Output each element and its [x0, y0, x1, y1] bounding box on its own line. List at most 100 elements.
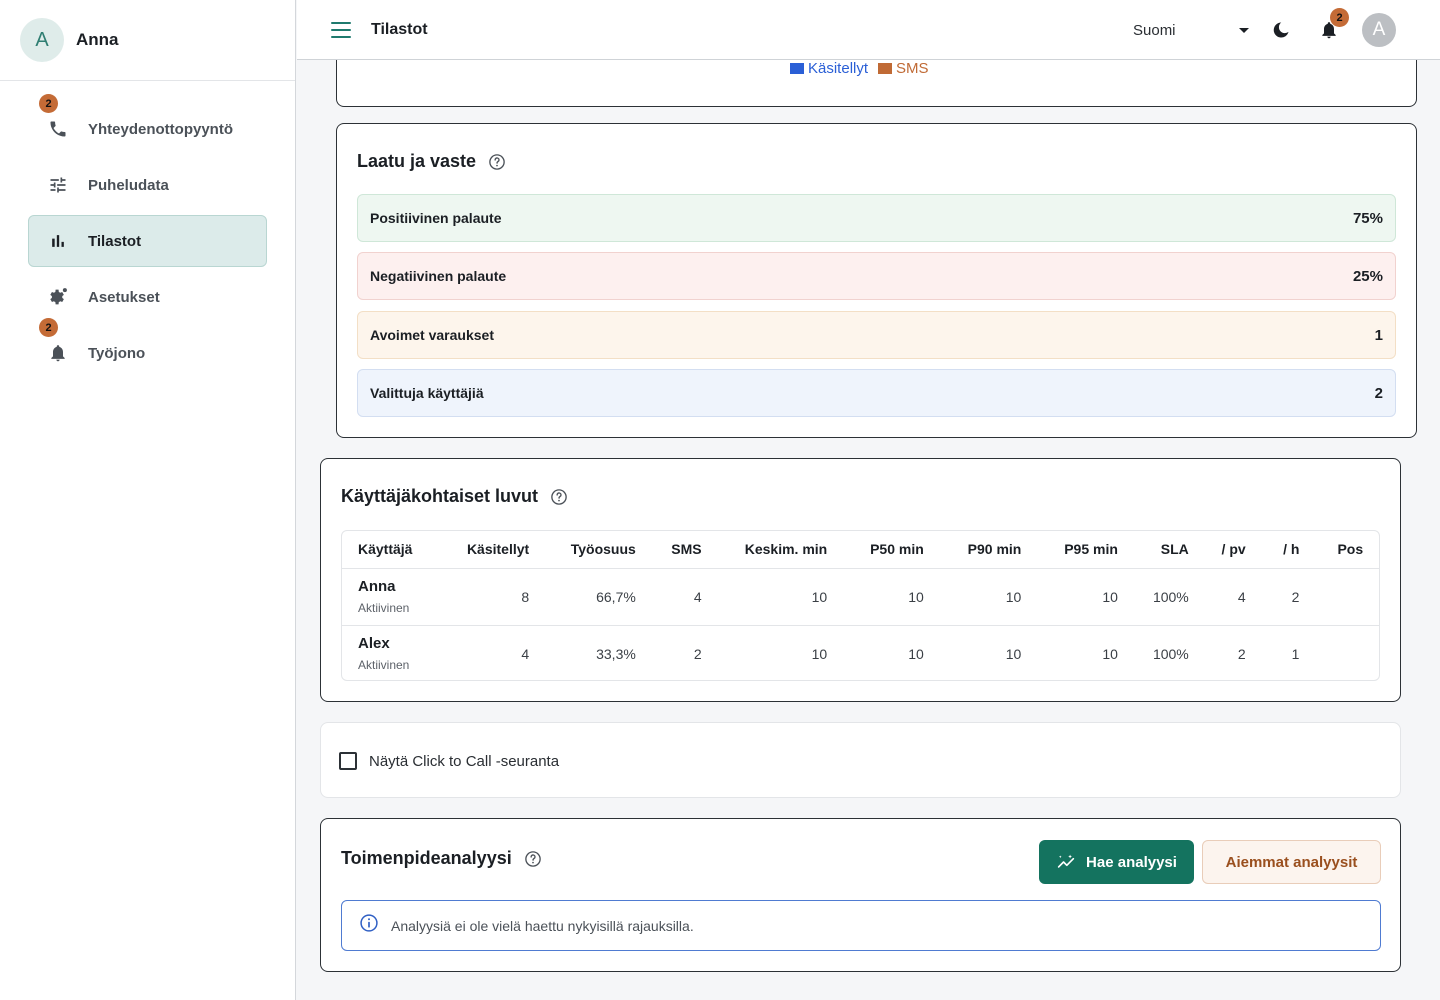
quality-value: 2	[1374, 384, 1383, 402]
quality-card: Laatu ja vaste Positiivinen palaute 75% …	[336, 123, 1417, 438]
column-header[interactable]: Käsitellyt	[446, 531, 530, 569]
top-bar: Tilastot Suomi 2 A	[297, 0, 1440, 60]
sidebar-item-label: Yhteydenottopyyntö	[88, 120, 233, 138]
user-cell: Alex Aktiivinen	[342, 625, 447, 680]
sliders-icon	[47, 174, 69, 196]
sidebar-nav: 2 Yhteydenottopyyntö Puheludata Tilastot…	[0, 81, 295, 379]
table-cell: 10	[908, 645, 924, 662]
avatar[interactable]: A	[20, 18, 64, 62]
quality-label: Avoimet varaukset	[370, 327, 494, 343]
quality-label: Positiivinen palaute	[370, 210, 502, 226]
notification-badge: 2	[1330, 8, 1349, 27]
sidebar-item-label: Asetukset	[88, 288, 160, 306]
table-cell: 10	[1021, 568, 1118, 626]
table-cell: 4	[1188, 568, 1246, 626]
help-icon[interactable]	[550, 488, 568, 506]
bell-icon	[47, 342, 69, 364]
sidebar-item-tyojono[interactable]: 2 Työjono	[28, 318, 267, 379]
checkbox-label: Näytä Click to Call -seuranta	[369, 752, 560, 770]
language-select[interactable]: Suomi	[1133, 18, 1249, 42]
info-alert: Analyysiä ei ole vielä haettu nykyisillä…	[341, 900, 1381, 951]
table-cell: 10	[1102, 645, 1118, 662]
table-cell	[1299, 625, 1379, 680]
legend-swatch	[790, 63, 804, 74]
table-cell: 10	[827, 568, 924, 626]
notification-badge: 2	[39, 318, 58, 337]
column-header[interactable]: P90 min	[923, 531, 1022, 569]
help-icon[interactable]	[524, 850, 542, 868]
table-row[interactable]: Alex Aktiivinen 4 33,3% 2 10 10 10 10 10…	[342, 625, 1379, 680]
quality-row-negative: Negatiivinen palaute 25%	[357, 252, 1396, 300]
user-stats-table-scroll[interactable]: Käyttäjä Käsitellyt Työosuus SMS Keskim.…	[341, 530, 1380, 681]
info-text: Analyysiä ei ole vielä haettu nykyisillä…	[391, 917, 694, 934]
card-title: Toimenpideanalyysi	[341, 848, 542, 869]
click-to-call-toggle[interactable]: Näytä Click to Call -seuranta	[339, 752, 559, 770]
quality-row-selected-users: Valittuja käyttäjiä 2	[357, 369, 1396, 417]
user-status: Aktiivinen	[358, 601, 410, 615]
moon-icon[interactable]	[1271, 20, 1291, 40]
user-name: Alex	[358, 635, 390, 653]
sidebar-user: A Anna	[0, 0, 295, 81]
user-name: Anna	[76, 30, 119, 49]
column-header[interactable]: / pv	[1188, 531, 1246, 569]
menu-icon[interactable]	[331, 21, 351, 38]
fetch-analysis-button[interactable]: Hae analyysi	[1039, 840, 1194, 884]
column-header[interactable]: Käyttäjä	[342, 531, 447, 569]
card-title: Käyttäjäkohtaiset luvut	[341, 486, 568, 507]
quality-value: 1	[1374, 326, 1383, 344]
column-header[interactable]: Työosuus	[529, 531, 636, 569]
sidebar-item-yhteydenottopyynto[interactable]: 2 Yhteydenottopyyntö	[28, 94, 267, 155]
bell-icon	[1319, 22, 1339, 44]
notification-badge: 2	[39, 94, 58, 113]
help-icon[interactable]	[488, 153, 506, 171]
column-header[interactable]: Keskim. min	[701, 531, 828, 569]
column-header[interactable]: P50 min	[827, 531, 924, 569]
caret-down-icon	[1239, 27, 1249, 33]
analysis-title: Toimenpideanalyysi	[341, 848, 512, 868]
table-cell: 8	[446, 568, 530, 626]
column-header[interactable]: SLA	[1117, 531, 1189, 569]
table-header-row: Käyttäjä Käsitellyt Työosuus SMS Keskim.…	[342, 531, 1379, 569]
table-cell: 100%	[1152, 645, 1189, 662]
column-header[interactable]: / h	[1245, 531, 1300, 569]
chart-legend-card: Käsitellyt SMS	[336, 60, 1417, 107]
table-cell: 33,3%	[596, 645, 636, 662]
language-value: Suomi	[1133, 21, 1176, 39]
quality-row-positive: Positiivinen palaute 75%	[357, 194, 1396, 242]
sidebar-item-label: Tilastot	[88, 232, 142, 250]
sidebar: A Anna 2 Yhteydenottopyyntö Puheludata T…	[0, 0, 296, 1000]
table-cell: 66,7%	[529, 568, 636, 626]
card-title: Laatu ja vaste	[357, 151, 506, 172]
insights-icon	[1057, 854, 1075, 868]
table-row[interactable]: Anna Aktiivinen 8 66,7% 4 10 10 10 10 10…	[342, 568, 1379, 626]
legend-item-sms[interactable]: SMS	[878, 60, 929, 77]
table-cell: 1	[1291, 645, 1300, 662]
table-cell: 2	[1245, 568, 1300, 626]
sidebar-item-label: Työjono	[88, 344, 146, 362]
sidebar-item-asetukset[interactable]: Asetukset	[28, 271, 267, 323]
sidebar-item-tilastot[interactable]: Tilastot	[28, 215, 267, 267]
previous-analyses-button[interactable]: Aiemmat analyysit	[1202, 840, 1381, 884]
column-header[interactable]: Pos	[1299, 531, 1379, 569]
table-cell	[1299, 568, 1379, 626]
click-to-call-checkbox[interactable]	[339, 752, 357, 770]
button-label: Hae analyysi	[1086, 853, 1177, 871]
quality-label: Valittuja käyttäjiä	[370, 385, 484, 401]
quality-label: Negatiivinen palaute	[370, 268, 507, 284]
table-cell: 2	[1237, 645, 1246, 662]
gear-icon	[47, 286, 69, 308]
table-cell: 10	[923, 568, 1022, 626]
sidebar-item-puheludata[interactable]: Puheludata	[28, 159, 267, 211]
column-header[interactable]: P95 min	[1021, 531, 1118, 569]
quality-row-open-reservations: Avoimet varaukset 1	[357, 311, 1396, 359]
table-cell: 10	[811, 645, 828, 662]
column-header[interactable]: SMS	[635, 531, 702, 569]
avatar[interactable]: A	[1362, 13, 1396, 47]
legend-item-kasitellyt[interactable]: Käsitellyt	[790, 60, 868, 77]
legend-label: Käsitellyt	[808, 60, 869, 77]
phone-icon	[47, 118, 69, 140]
quality-value: 75%	[1352, 209, 1383, 227]
notifications-button[interactable]: 2	[1319, 8, 1349, 40]
chart-legend: Käsitellyt SMS	[790, 60, 939, 77]
legend-swatch	[878, 63, 893, 74]
